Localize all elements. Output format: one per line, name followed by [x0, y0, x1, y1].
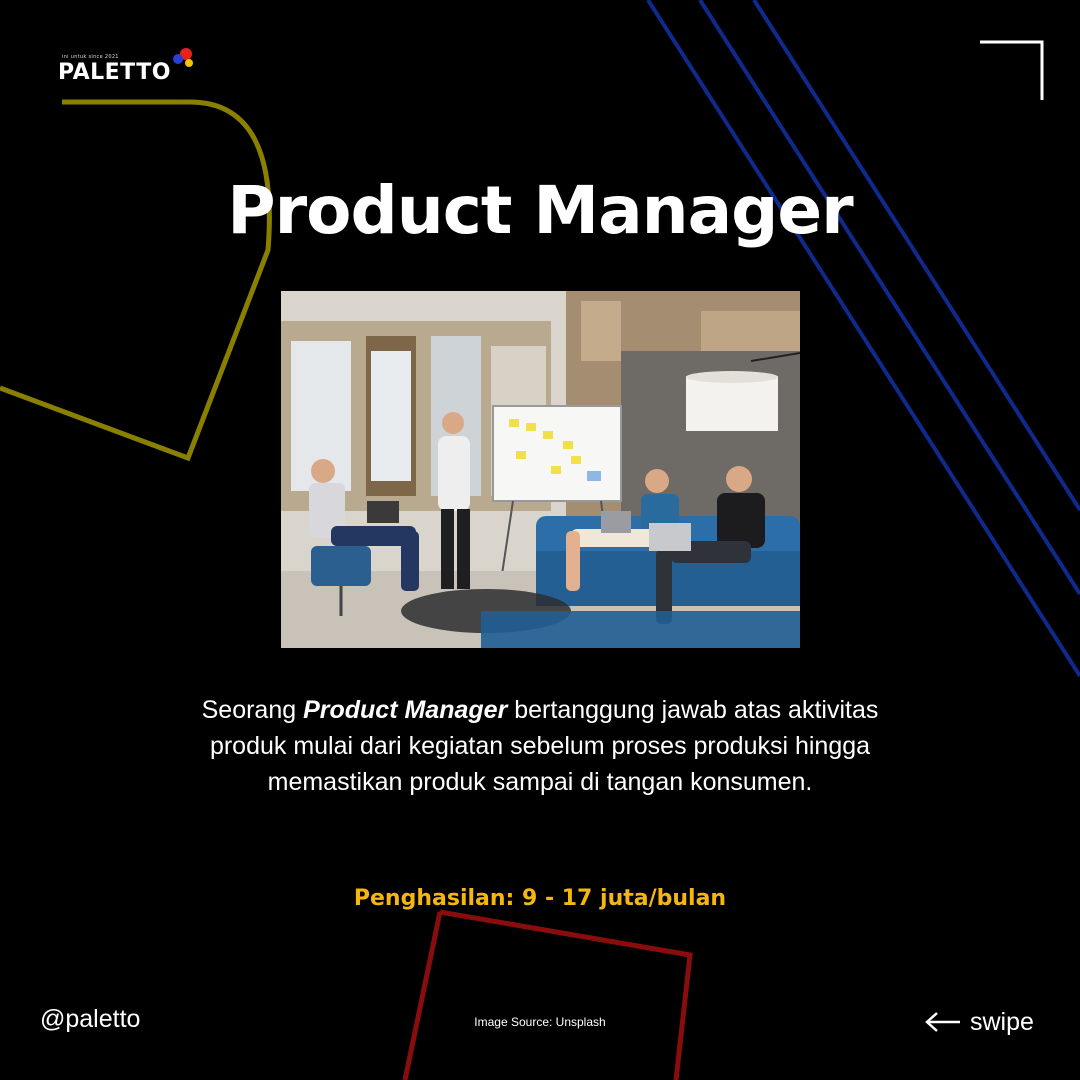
image-source-credit: Image Source: Unsplash: [474, 1015, 606, 1029]
brand-wordmark: PALETTO: [58, 60, 171, 85]
red-outline-shape: [402, 909, 693, 1080]
logo-dots-icon: [173, 48, 193, 67]
olive-outline-shape: [0, 99, 272, 462]
swipe-label: swipe: [970, 1007, 1034, 1036]
office-meeting-photo: [281, 291, 800, 648]
blue-diagonal-line: [752, 0, 1080, 512]
description-emphasis: Product Manager: [303, 696, 508, 724]
swipe-hint[interactable]: swipe: [924, 1005, 1034, 1039]
brand-logo: ini untuk since 2021 PALETTO: [58, 46, 198, 90]
corner-bracket-icon: [980, 40, 1044, 100]
description-lead: Seorang: [201, 696, 304, 724]
page-title: Product Manager: [227, 172, 853, 249]
role-description: Seorang Product Manager bertanggung jawa…: [200, 692, 880, 800]
salary-text: Penghasilan: 9 - 17 juta/bulan: [353, 886, 727, 911]
arrow-left-icon: [925, 1012, 960, 1032]
